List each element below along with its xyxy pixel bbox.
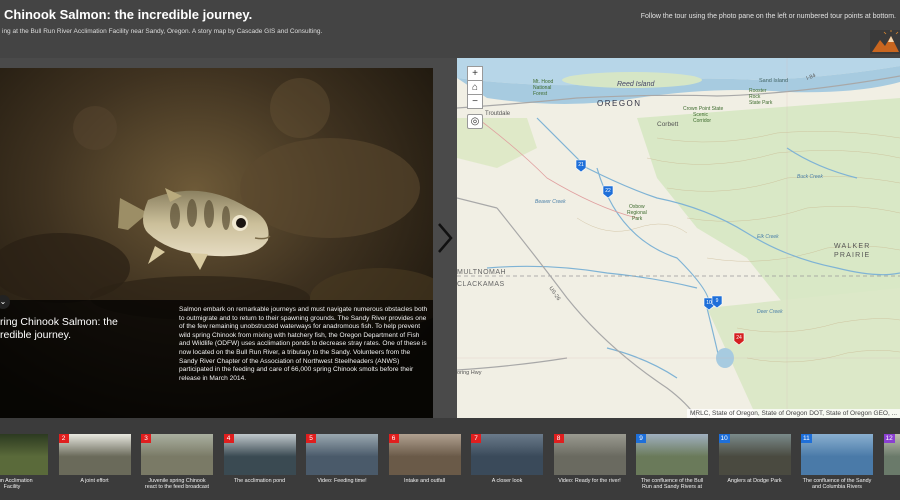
- map-label-beaver-creek: Beaver Creek: [535, 199, 566, 205]
- tour-thumbnail[interactable]: 10 Anglers at Dodge Park: [718, 434, 791, 484]
- photo-pane: ⌄ ring Chinook Salmon: the redible journ…: [0, 68, 433, 418]
- thumbnail-label: l Run Acclimation Facility: [0, 478, 33, 491]
- map-attribution: MRLC, State of Oregon, State of Oregon D…: [686, 409, 900, 418]
- tour-thumbnail[interactable]: 8 Video: Ready for the river!: [553, 434, 626, 484]
- thumbnail-number: 4: [223, 434, 234, 443]
- thumbnail-number: 10: [718, 434, 730, 443]
- story-map-app: Chinook Salmon: the incredible journey. …: [0, 0, 900, 500]
- thumbnail-image: 10: [718, 434, 791, 475]
- tour-thumbnail[interactable]: 11 The confluence of the Sandy and Columb…: [801, 434, 873, 491]
- thumbnail-image: 5: [306, 434, 378, 475]
- tour-thumbnail[interactable]: 3 Juvenile spring Chinook react to the fe…: [141, 434, 213, 491]
- photo-caption: ⌄ ring Chinook Salmon: the redible journ…: [0, 295, 433, 418]
- locate-button[interactable]: ◎: [467, 114, 483, 129]
- thumbnail-number: 12: [883, 434, 895, 443]
- collapse-caption-button[interactable]: ⌄: [0, 295, 10, 309]
- tour-marker-number: 21: [578, 162, 584, 168]
- thumbnail-label: Intake and outfall: [403, 478, 446, 484]
- map-controls: + ⌂ − ◎: [467, 66, 483, 129]
- thumbnail-label: A closer look: [491, 478, 523, 484]
- thumbnail-label: The confluence of the Sandy and Columbia…: [802, 478, 872, 491]
- thumbnail-image: 3: [141, 434, 213, 475]
- tour-thumbnail[interactable]: 7 A closer look: [471, 434, 543, 484]
- thumbnail-number: 8: [553, 434, 564, 443]
- thumbnail-number: 5: [306, 434, 316, 443]
- tour-marker-number: 24: [736, 335, 742, 341]
- map-label-sand-island: Sand Island: [759, 78, 788, 84]
- header: Chinook Salmon: the incredible journey. …: [0, 0, 900, 58]
- thumbnail-image: 9: [636, 434, 708, 475]
- tour-thumbnail[interactable]: 12: [883, 434, 900, 478]
- thumbnail-number: 6: [388, 434, 399, 443]
- thumbnail-label: The acclimation pond: [233, 478, 286, 484]
- tour-marker-number: 22: [605, 188, 611, 194]
- map-label-clackamas: CLACKAMAS: [457, 281, 505, 288]
- tour-marker-number: 10: [706, 300, 712, 306]
- topographic-map[interactable]: Reed Island OREGON Troutdale Corbett San…: [457, 58, 900, 418]
- zoom-in-button[interactable]: +: [467, 66, 483, 81]
- thumbnail-image: 2: [58, 434, 131, 475]
- main-content: ⌄ ring Chinook Salmon: the redible journ…: [0, 58, 900, 418]
- map-label-troutdale: Troutdale: [485, 111, 511, 117]
- thumbnail-label: Video: Ready for the river!: [558, 478, 621, 484]
- story-title: Chinook Salmon: the incredible journey.: [4, 7, 253, 22]
- map-label-deer-creek: Deer Creek: [757, 309, 783, 315]
- story-subtitle: ing at the Bull Run River Acclimation Fa…: [2, 28, 323, 35]
- thumbnail-label: Video: Feeding time!: [317, 478, 367, 484]
- map-label-elk-creek: Elk Creek: [757, 234, 779, 240]
- tour-hint: Follow the tour using the photo pane on …: [640, 13, 896, 20]
- tour-thumbnail[interactable]: 6 Intake and outfall: [388, 434, 461, 484]
- tour-marker-number: 9: [716, 298, 719, 304]
- thumbnail-number: 9: [636, 434, 646, 443]
- thumbnail-image: 6: [388, 434, 461, 475]
- map-label-boring-hwy: oring Hwy: [457, 370, 482, 376]
- map-pane[interactable]: Reed Island OREGON Troutdale Corbett San…: [457, 58, 900, 418]
- thumbnail-image: 7: [471, 434, 543, 475]
- thumbnail-image: 8: [553, 434, 626, 475]
- thumbnail-number: 11: [801, 434, 812, 443]
- tour-thumbnail[interactable]: 2 A joint effort: [58, 434, 131, 484]
- caption-text: Salmon embark on remarkable journeys and…: [179, 306, 428, 382]
- zoom-out-button[interactable]: −: [467, 94, 483, 109]
- thumbnail-number: 7: [471, 434, 481, 443]
- thumbnail-image: [0, 434, 48, 475]
- tour-thumbnail[interactable]: 9 The confluence of the Bull Run and Sand…: [636, 434, 708, 491]
- map-label-multnomah: MULTNOMAH: [457, 269, 506, 276]
- thumbnail-label: The confluence of the Bull Run and Sandy…: [640, 478, 704, 491]
- thumbnail-number: 3: [141, 434, 151, 443]
- cascade-logo[interactable]: [870, 30, 900, 54]
- map-label-reed-island: Reed Island: [617, 81, 655, 88]
- mt-hood-line3: Forest: [533, 91, 548, 97]
- thumbnail-image: 11: [801, 434, 873, 475]
- tour-carousel: l Run Acclimation Facility 2 A joint effor…: [0, 418, 900, 500]
- map-label-corbett: Corbett: [657, 121, 679, 128]
- home-button[interactable]: ⌂: [467, 80, 483, 95]
- map-label-buck-creek: Buck Creek: [797, 174, 823, 180]
- thumbnail-label: A joint effort: [80, 478, 109, 484]
- next-arrow-icon[interactable]: [434, 220, 456, 256]
- caption-title: ring Chinook Salmon: the redible journey…: [0, 316, 118, 341]
- tour-thumbnail[interactable]: l Run Acclimation Facility: [0, 434, 48, 491]
- tour-thumbnail[interactable]: 4 The acclimation pond: [223, 434, 296, 484]
- thumbnail-label: Juvenile spring Chinook react to the fee…: [144, 478, 210, 491]
- map-label-oregon: OREGON: [597, 99, 642, 108]
- thumbnail-number: 2: [58, 434, 69, 443]
- thumbnail-image: 12: [883, 434, 900, 475]
- thumbnail-label: Anglers at Dodge Park: [727, 478, 782, 484]
- tour-thumbnail[interactable]: 5 Video: Feeding time!: [306, 434, 378, 484]
- thumbnail-image: 4: [223, 434, 296, 475]
